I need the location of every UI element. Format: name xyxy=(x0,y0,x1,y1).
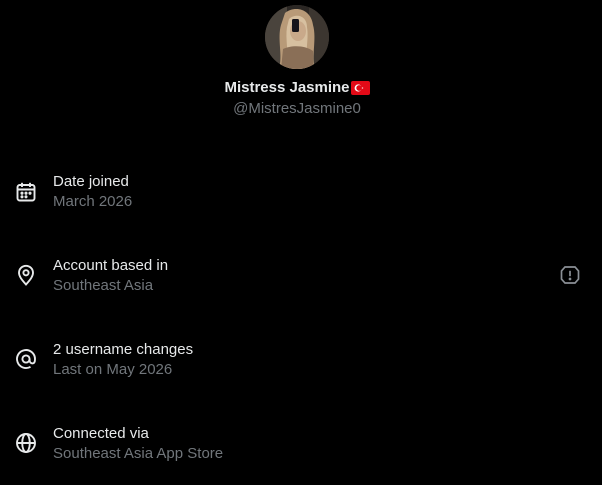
detail-row-date-joined: Date joined March 2026 xyxy=(0,172,602,232)
detail-title: Account based in xyxy=(53,257,169,274)
avatar-image xyxy=(265,5,329,69)
display-name: Mistress Jasmine xyxy=(224,79,350,96)
profile-header: Mistress Jasmine @MistresJasmine0 xyxy=(0,0,602,130)
detail-row-account-location: Account based in Southeast Asia xyxy=(0,256,602,316)
avatar[interactable] xyxy=(265,5,329,69)
user-handle: @MistresJasmine0 xyxy=(233,100,361,117)
detail-row-username-changes: 2 username changes Last on May 2026 xyxy=(0,340,602,400)
calendar-icon xyxy=(14,180,38,204)
at-sign-icon xyxy=(14,347,38,371)
location-pin-icon xyxy=(14,263,38,287)
detail-subtitle: Southeast Asia App Store xyxy=(53,445,224,462)
detail-subtitle: Southeast Asia xyxy=(53,277,154,294)
detail-subtitle: March 2026 xyxy=(53,193,133,210)
detail-title: Date joined xyxy=(53,173,129,190)
detail-title: 2 username changes xyxy=(53,341,194,358)
detail-row-connected-via: Connected via Southeast Asia App Store xyxy=(0,424,602,484)
globe-icon xyxy=(14,431,38,455)
detail-title: Connected via xyxy=(53,425,149,442)
display-name-row: Mistress Jasmine xyxy=(0,78,594,101)
turkey-flag-icon xyxy=(350,81,370,101)
detail-subtitle: Last on May 2026 xyxy=(53,361,173,378)
shield-alert-icon[interactable] xyxy=(559,264,581,286)
